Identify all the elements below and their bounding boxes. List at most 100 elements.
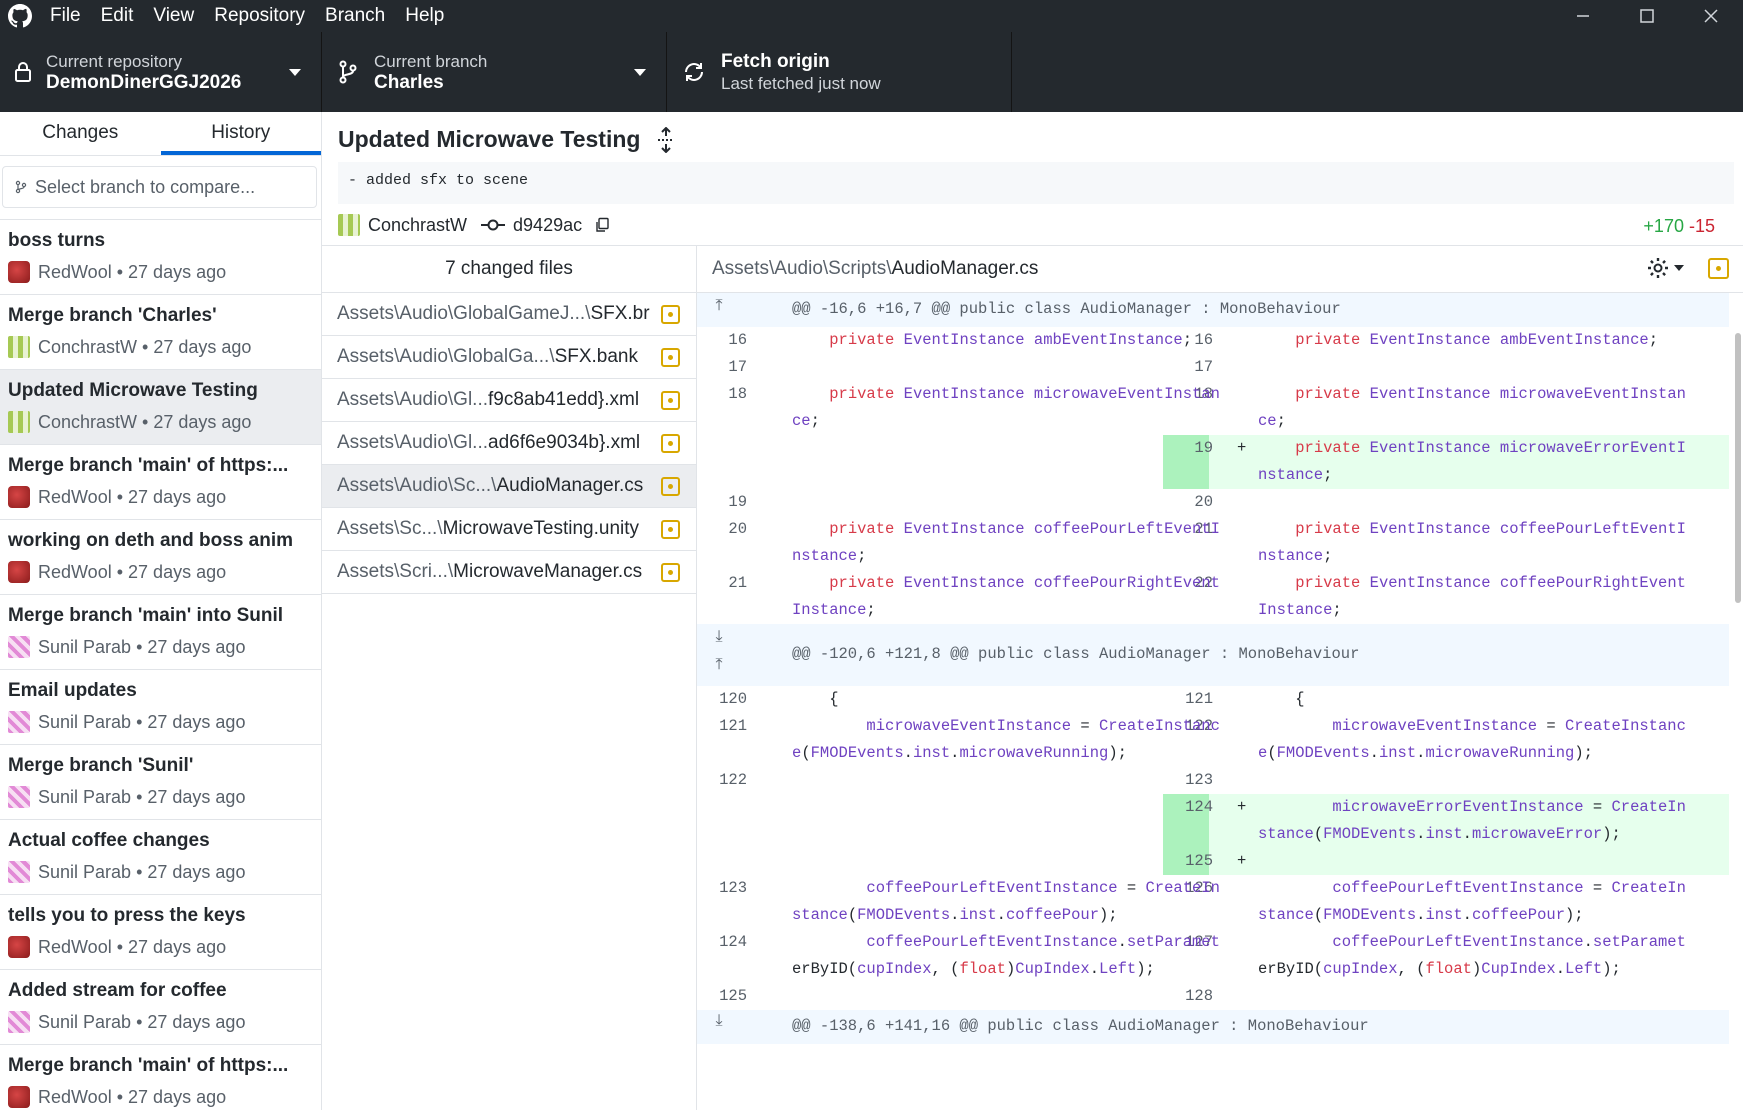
file-name: ad6f6e9034b}.xml: [488, 432, 641, 453]
file-path-dir: Assets\Scri...\: [337, 561, 454, 582]
changed-file-item[interactable]: Assets\Audio\Gl... f9c8ab41edd}.xml: [322, 379, 696, 422]
changed-files-panel: 7 changed files Assets\Audio\GlobalGameJ…: [322, 246, 697, 1110]
commit-item-title: Merge branch 'Charles': [8, 305, 217, 326]
tab-changes[interactable]: Changes: [0, 112, 161, 155]
menu-edit[interactable]: Edit: [91, 0, 144, 32]
hunk-header-text: @@ -16,6 +16,7 @@ public class AudioMana…: [792, 300, 1341, 318]
file-name: SFX.br: [590, 303, 650, 324]
added-marker: +: [1237, 852, 1247, 870]
separator-dot: •: [131, 712, 148, 732]
repository-selector[interactable]: Current repository DemonDinerGGJ2026: [0, 32, 322, 112]
additions-count: +170: [1643, 216, 1684, 236]
changed-file-item[interactable]: Assets\Audio\GlobalGameJ...\ SFX.br: [322, 293, 696, 336]
commit-item-title: Email updates: [8, 680, 137, 701]
file-name: AudioManager.cs: [496, 475, 644, 496]
compare-branch-input[interactable]: Select branch to compare...: [2, 166, 317, 208]
changed-file-item[interactable]: Assets\Audio\Sc...\ AudioManager.cs: [322, 465, 696, 508]
branch-name: Charles: [374, 71, 444, 93]
commit-list-item[interactable]: Updated Microwave Testing ConchrastW • 27…: [0, 370, 321, 445]
expand-down-icon[interactable]: ⤓: [707, 628, 731, 646]
expand-icon[interactable]: ⤓: [707, 1012, 731, 1030]
old-code: {: [792, 690, 839, 708]
commit-list-item[interactable]: Added stream for coffee Sunil Parab • 27 …: [0, 970, 321, 1045]
commit-item-author: Sunil Parab: [38, 637, 132, 657]
file-modified-icon: [661, 305, 680, 324]
file-modified-icon: [661, 563, 680, 582]
file-path-dir: Assets\Audio\Gl...: [337, 432, 489, 453]
diff-line: 18 18 private EventInstance microwaveEven…: [697, 381, 1729, 435]
maximize-button[interactable]: [1615, 0, 1679, 32]
separator-dot: •: [137, 337, 154, 357]
hunk-header-text: @@ -120,6 +121,8 @@ public class AudioMa…: [792, 645, 1360, 663]
expand-up-icon[interactable]: ⤒: [707, 297, 731, 315]
fetch-origin-button[interactable]: Fetch origin Last fetched just now: [667, 32, 1012, 112]
scrollbar-thumb[interactable]: [1735, 333, 1741, 603]
commit-list-item[interactable]: Merge branch 'Charles' ConchrastW • 27 da…: [0, 295, 321, 370]
avatar: [338, 214, 360, 236]
repository-label: Current repository: [46, 51, 183, 71]
new-code: {: [1258, 690, 1305, 708]
gear-icon[interactable]: [1646, 256, 1670, 280]
file-name: SFX.bank: [554, 346, 638, 367]
changed-file-item[interactable]: Assets\Scri...\ MicrowaveManager.cs: [322, 551, 696, 594]
branch-icon: [15, 180, 27, 194]
old-code: microwaveEventInstance = CreateInstanc e…: [792, 717, 1220, 762]
toolbar: Current repository DemonDinerGGJ2026 Cur…: [0, 32, 1743, 112]
tab-history[interactable]: History: [160, 112, 321, 155]
file-modified-icon: [661, 391, 680, 410]
minimize-button[interactable]: [1551, 0, 1615, 32]
changed-file-item[interactable]: Assets\Sc...\ MicrowaveTesting.unity: [322, 508, 696, 551]
menu-view[interactable]: View: [143, 0, 204, 32]
expand-up-icon[interactable]: ⤒: [707, 656, 731, 674]
commit-summary: Updated Microwave Testing - added sfx to…: [322, 112, 1743, 246]
commit-list-item[interactable]: Merge branch 'main' of https:... RedWool …: [0, 445, 321, 520]
menu-branch[interactable]: Branch: [315, 0, 395, 32]
commit-item-author: Sunil Parab: [38, 712, 132, 732]
menu-repository[interactable]: Repository: [204, 0, 315, 32]
commit-list-item[interactable]: tells you to press the keys RedWool • 27 …: [0, 895, 321, 970]
commit-author: ConchrastW: [368, 214, 468, 235]
commit-list-item[interactable]: Merge branch 'main' into Sunil Sunil Para…: [0, 595, 321, 670]
commit-item-title: tells you to press the keys: [8, 905, 246, 926]
file-name: f9c8ab41edd}.xml: [488, 389, 640, 410]
commit-list-item[interactable]: boss turns RedWool • 27 days ago: [0, 220, 321, 295]
diff-line: 16 16 private EventInstance ambEventInsta…: [697, 327, 1729, 354]
commit-list-item[interactable]: Merge branch 'Sunil' Sunil Parab • 27 day…: [0, 745, 321, 820]
old-code: private EventInstance ambEventInstance;: [829, 331, 1193, 349]
commit-list-item[interactable]: Merge branch 'main' of https:... RedWool …: [0, 1045, 321, 1110]
new-line-number: 20: [1194, 493, 1213, 511]
diff-line: 19 20: [697, 489, 1729, 516]
close-window-button[interactable]: [1679, 0, 1743, 32]
commit-list-item[interactable]: working on deth and boss anim RedWool • 2…: [0, 520, 321, 595]
avatar: [8, 1086, 30, 1108]
fetch-label: Fetch origin: [721, 50, 830, 72]
avatar: [8, 411, 30, 433]
commit-item-title: Merge branch 'main' of https:...: [8, 455, 289, 476]
menu-file[interactable]: File: [40, 0, 91, 32]
new-code: private EventInstance ambEventInstance;: [1295, 331, 1659, 349]
new-line-number: 124: [1185, 798, 1213, 816]
copy-icon[interactable]: [594, 217, 610, 233]
commit-list-item[interactable]: Email updates Sunil Parab • 27 days ago: [0, 670, 321, 745]
commit-list-item[interactable]: Actual coffee changes Sunil Parab • 27 da…: [0, 820, 321, 895]
added-line-background: [1209, 848, 1729, 875]
diff-line: 123 126 coffeePourLeftEventInstance = Cre…: [697, 875, 1729, 929]
file-path-dir: Assets\Audio\Gl...: [337, 389, 489, 410]
branch-icon: [322, 60, 374, 84]
changed-file-item[interactable]: Assets\Audio\Gl... ad6f6e9034b}.xml: [322, 422, 696, 465]
expand-collapse-icon[interactable]: [656, 126, 676, 153]
chevron-down-icon[interactable]: [1674, 265, 1684, 271]
branch-selector[interactable]: Current branch Charles: [322, 32, 667, 112]
commit-item-author: RedWool: [38, 262, 112, 282]
new-code: microwaveErrorEventInstance = CreateIn s…: [1258, 798, 1686, 843]
diff-scrollbar[interactable]: [1733, 293, 1743, 1110]
new-line-number: 125: [1185, 852, 1213, 870]
diff-hunk-header: ⤒ @@ -16,6 +16,7 @@ public class AudioMan…: [697, 293, 1729, 327]
changed-file-item[interactable]: Assets\Audio\GlobalGa...\ SFX.bank: [322, 336, 696, 379]
diff-stats: +170 -15: [1643, 216, 1715, 237]
added-marker: +: [1237, 798, 1247, 816]
old-line-number: 121: [719, 717, 747, 735]
menu-help[interactable]: Help: [395, 0, 454, 32]
commit-item-author: RedWool: [38, 937, 112, 957]
diff-hunk-header: ⤓ @@ -138,6 +141,16 @@ public class Audio…: [697, 1010, 1729, 1044]
